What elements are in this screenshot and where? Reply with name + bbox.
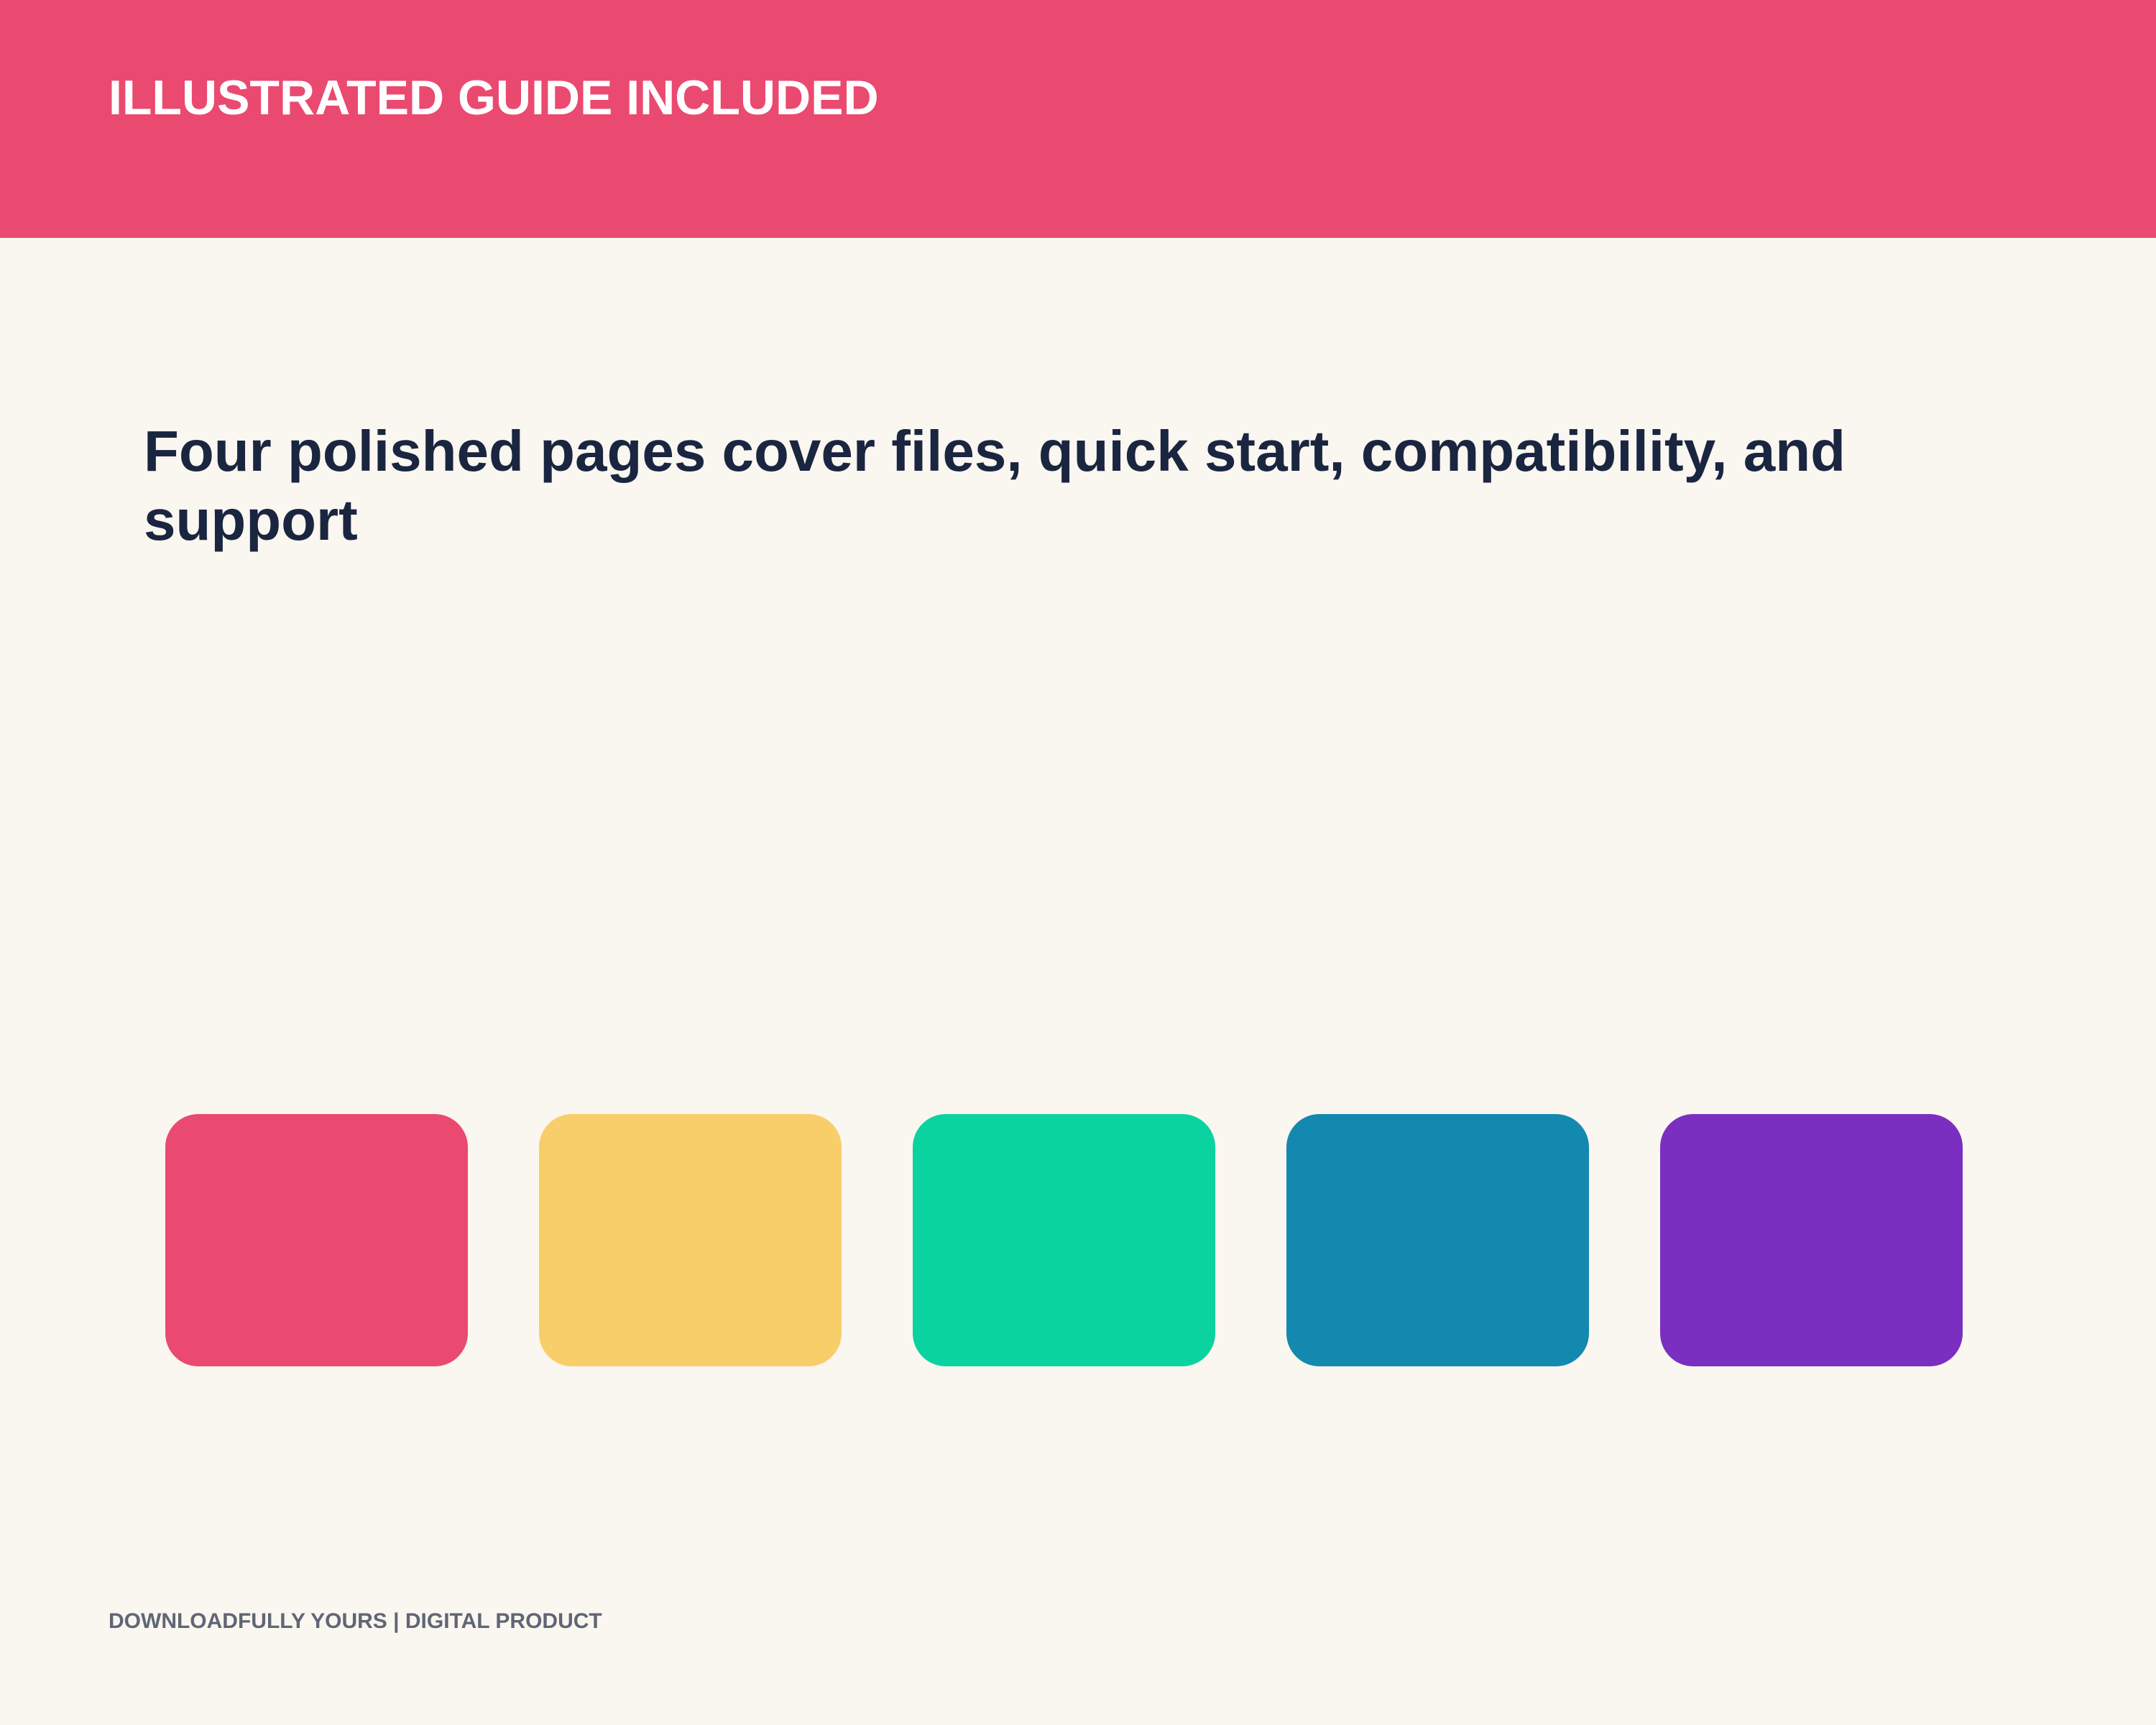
guide-page: ILLUSTRATED GUIDE INCLUDED Four polished… (0, 0, 2156, 1725)
color-swatch-purple (1660, 1114, 1963, 1366)
footer-label: DOWNLOADFULLY YOURS | DIGITAL PRODUCT (109, 1609, 602, 1633)
color-swatch-blue (1286, 1114, 1589, 1366)
header-band: ILLUSTRATED GUIDE INCLUDED (0, 0, 2156, 238)
color-swatch-green (913, 1114, 1215, 1366)
color-swatch-yellow (539, 1114, 842, 1366)
color-swatch-pink (165, 1114, 468, 1366)
page-headline: Four polished pages cover files, quick s… (144, 419, 1846, 552)
header-title: ILLUSTRATED GUIDE INCLUDED (109, 70, 879, 125)
color-swatch-row (165, 1114, 1963, 1366)
